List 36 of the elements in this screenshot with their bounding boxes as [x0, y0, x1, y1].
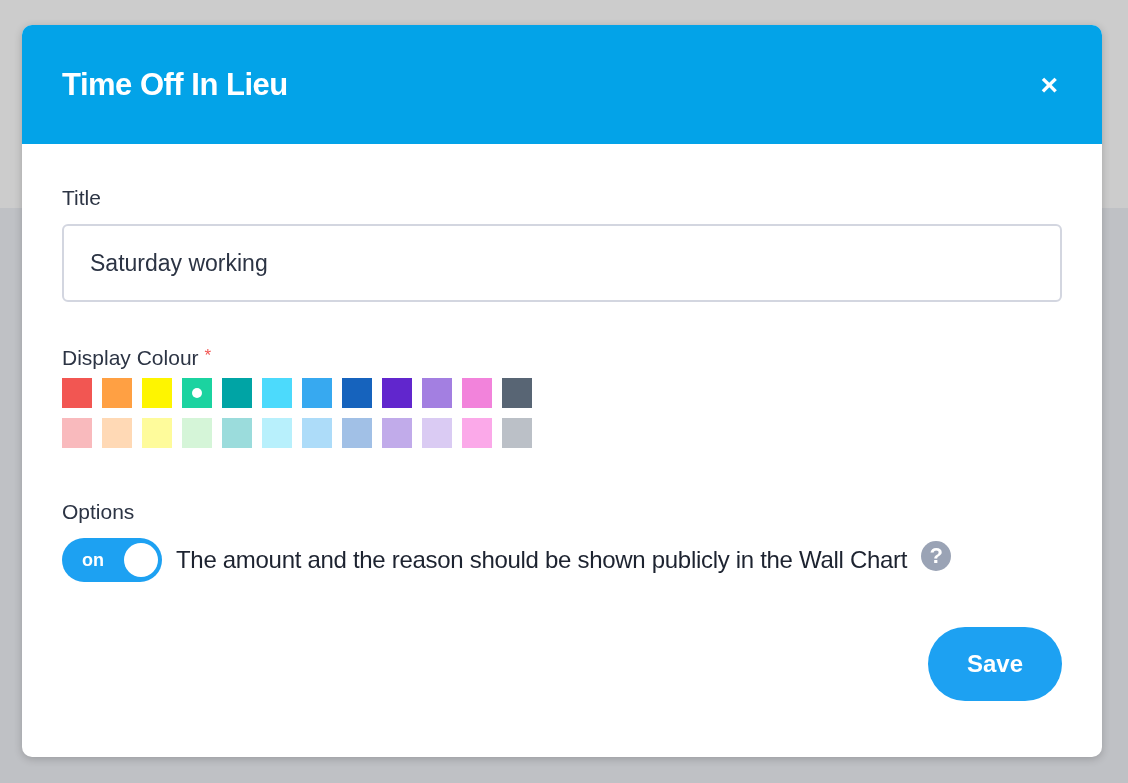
- colour-swatch[interactable]: [262, 378, 292, 408]
- colour-swatch[interactable]: [342, 378, 372, 408]
- colour-swatch[interactable]: [302, 418, 332, 448]
- colour-swatch[interactable]: [182, 378, 212, 408]
- colour-swatch[interactable]: [142, 378, 172, 408]
- option-text: The amount and the reason should be shown publicly in the Wall Chart: [176, 546, 908, 574]
- colour-swatch[interactable]: [422, 418, 452, 448]
- selected-dot-icon: [192, 388, 202, 398]
- help-icon[interactable]: ?: [921, 541, 952, 571]
- colour-swatch[interactable]: [62, 378, 92, 408]
- colour-swatch[interactable]: [502, 418, 532, 448]
- field-label: Display Colour: [62, 346, 199, 369]
- colour-swatch[interactable]: [182, 418, 212, 448]
- colour-swatch[interactable]: [262, 418, 292, 448]
- dialog-title: Time Off In Lieu: [62, 66, 288, 103]
- toggle-switch[interactable]: on: [62, 538, 162, 582]
- save-button[interactable]: Save: [928, 627, 1062, 701]
- colour-swatch[interactable]: [62, 418, 92, 448]
- colour-swatch[interactable]: [502, 378, 532, 408]
- colour-swatch[interactable]: [142, 418, 172, 448]
- colour-swatch[interactable]: [382, 378, 412, 408]
- colour-swatch[interactable]: [222, 378, 252, 408]
- title-input[interactable]: Saturday working: [62, 224, 1062, 302]
- colour-swatch[interactable]: [102, 418, 132, 448]
- colour-swatch[interactable]: [462, 418, 492, 448]
- colour-swatch[interactable]: [222, 418, 252, 448]
- required-mark: *: [204, 346, 212, 365]
- field-label: Title: [62, 186, 102, 210]
- colour-swatch[interactable]: [382, 418, 412, 448]
- colour-swatch[interactable]: [102, 378, 132, 408]
- colour-swatch[interactable]: [302, 378, 332, 408]
- colour-swatch[interactable]: [342, 418, 372, 448]
- colour-swatch[interactable]: [422, 378, 452, 408]
- field-label: Options: [62, 500, 136, 524]
- colour-swatch[interactable]: [462, 378, 492, 408]
- close-button[interactable]: ×: [1036, 69, 1062, 100]
